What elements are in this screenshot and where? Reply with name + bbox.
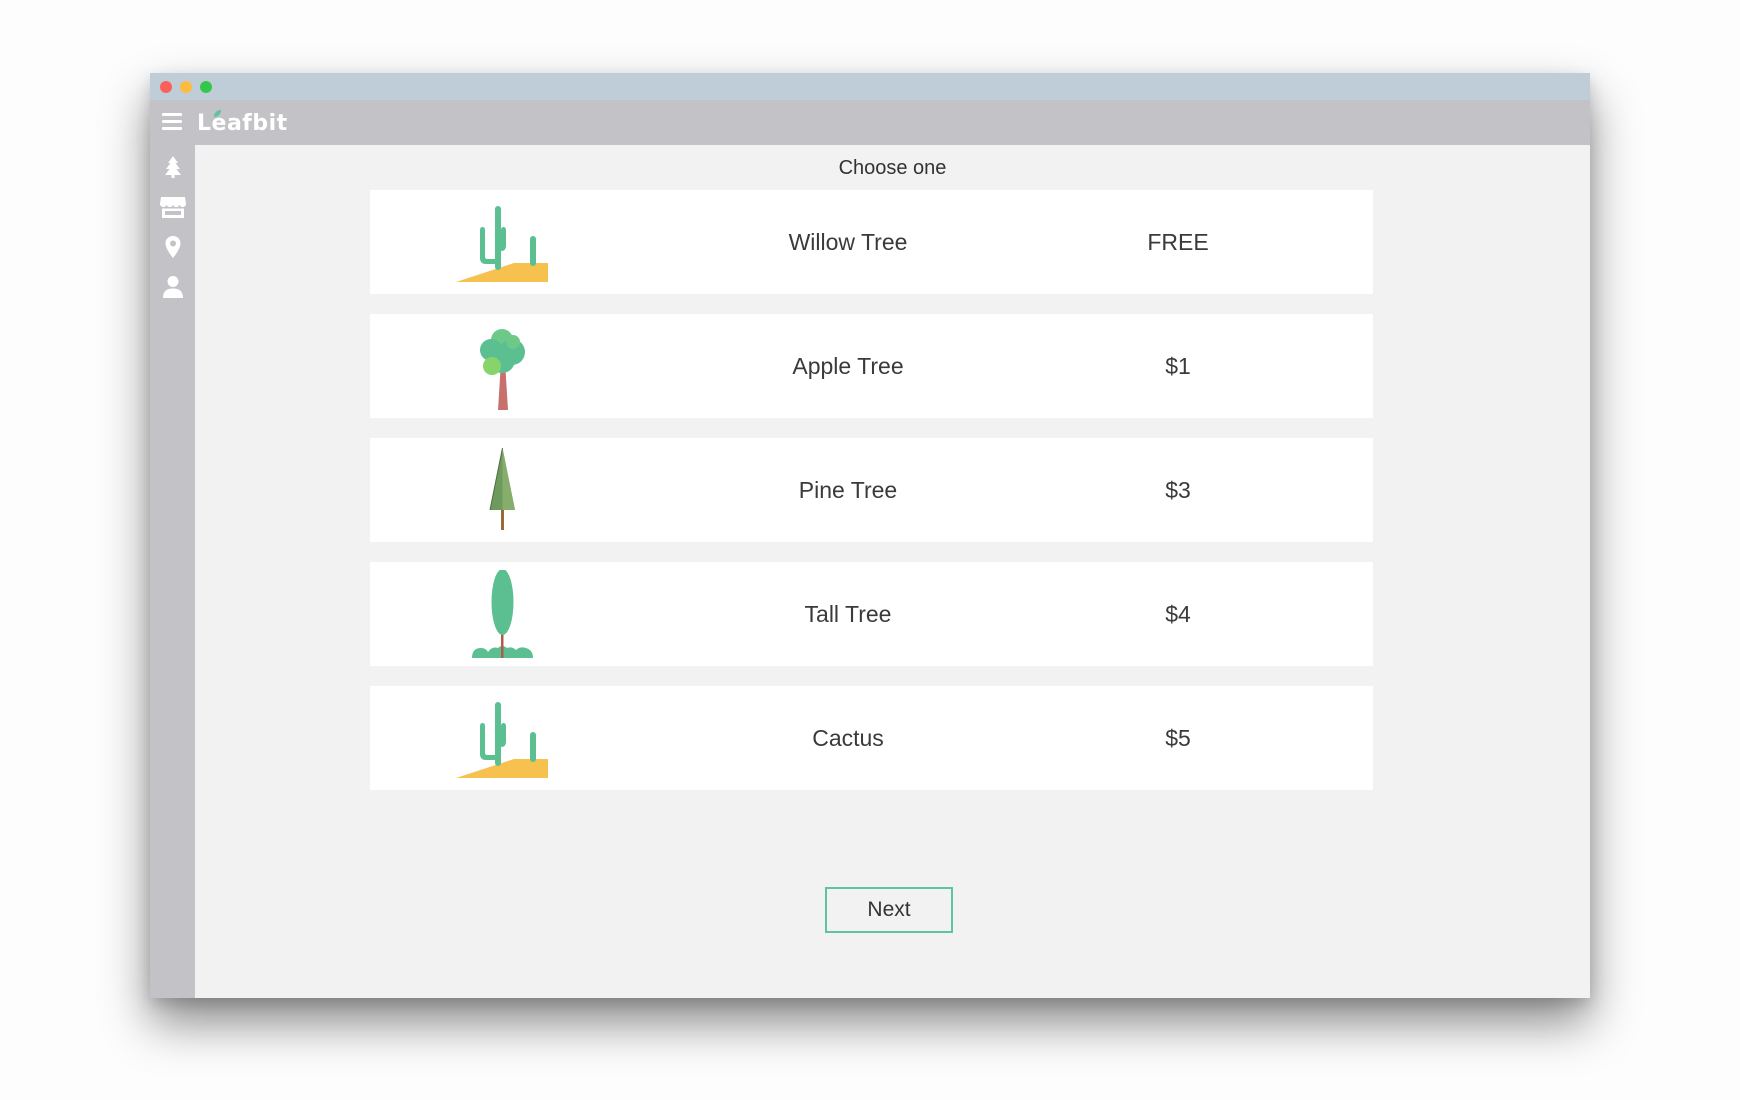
sidebar-item-profile[interactable] xyxy=(150,269,195,305)
maximize-window-button[interactable] xyxy=(200,81,212,93)
minimize-window-button[interactable] xyxy=(180,81,192,93)
pine-tree-icon xyxy=(489,447,515,530)
sidebar xyxy=(150,145,195,998)
tree-price: $5 xyxy=(1165,725,1191,751)
tree-name: Tall Tree xyxy=(804,601,892,627)
tree-option-tall[interactable]: Tall Tree $4 xyxy=(370,562,1373,666)
tree-name: Pine Tree xyxy=(798,477,898,503)
user-icon xyxy=(162,276,183,298)
app-header: Leafbit xyxy=(150,100,1590,145)
apple-tree-icon xyxy=(480,329,525,410)
leaf-icon xyxy=(213,109,222,118)
main-content: Choose one Willow Tree FREE Apple Tree $… xyxy=(195,145,1590,998)
sidebar-item-store[interactable] xyxy=(150,189,195,225)
tall-tree-icon xyxy=(472,570,533,658)
tree-option-willow[interactable]: Willow Tree FREE xyxy=(370,190,1373,294)
tree-option-cactus[interactable]: Cactus $5 xyxy=(370,686,1373,790)
tree-icon xyxy=(164,156,181,178)
cactus-icon xyxy=(456,206,548,282)
next-button[interactable]: Next xyxy=(825,887,953,933)
tree-price: $4 xyxy=(1165,601,1191,627)
tree-name: Cactus xyxy=(812,725,884,751)
tree-name: Apple Tree xyxy=(792,353,904,379)
close-window-button[interactable] xyxy=(160,81,172,93)
tree-list: Willow Tree FREE Apple Tree $1 Pine Tree… xyxy=(370,190,1373,810)
brand-name: Leafbit xyxy=(197,111,288,136)
app-window: Leafbit Choose one Willow Tree FREE Appl… xyxy=(150,73,1590,998)
tree-option-apple[interactable]: Apple Tree $1 xyxy=(370,314,1373,418)
sidebar-item-location[interactable] xyxy=(150,229,195,265)
location-pin-icon xyxy=(165,236,180,258)
tree-price: $1 xyxy=(1165,353,1191,379)
tree-option-pine[interactable]: Pine Tree $3 xyxy=(370,438,1373,542)
tree-name: Willow Tree xyxy=(788,229,908,255)
window-titlebar xyxy=(150,73,1590,100)
store-icon xyxy=(159,197,186,218)
tree-price: $3 xyxy=(1165,477,1191,503)
cactus-icon xyxy=(456,702,548,778)
tree-price: FREE xyxy=(1147,229,1209,255)
page-title: Choose one xyxy=(838,157,947,179)
sidebar-item-trees[interactable] xyxy=(150,149,195,185)
menu-icon[interactable] xyxy=(162,113,182,131)
brand-logo: Leafbit xyxy=(197,109,288,139)
